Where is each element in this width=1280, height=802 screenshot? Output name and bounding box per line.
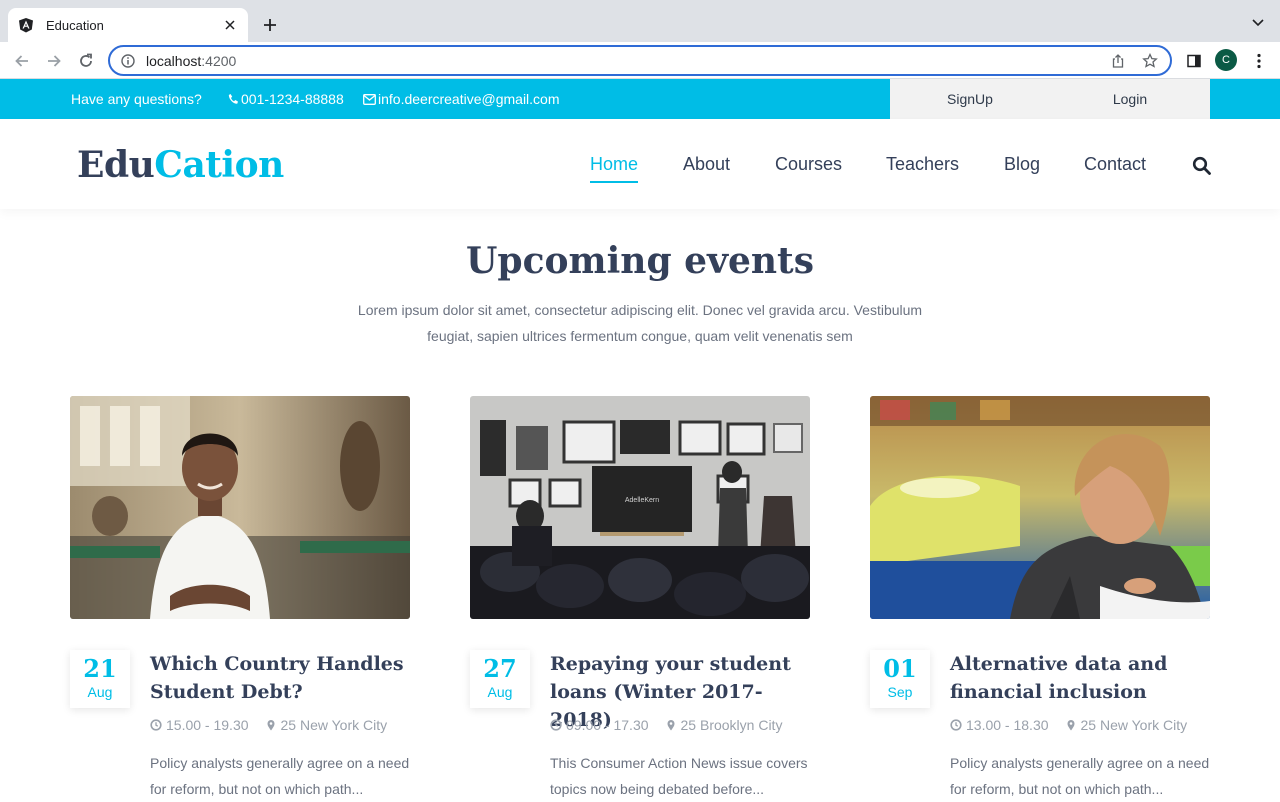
new-tab-plus-icon[interactable] [259,14,281,36]
clock-icon [950,719,962,731]
back-arrow-icon[interactable] [11,50,33,72]
site-info-icon[interactable] [120,53,136,69]
event-excerpt: Policy analysts generally agree on a nee… [150,755,410,797]
event-month: Sep [887,684,913,700]
section-description: Lorem ipsum dolor sit amet, consectetur … [357,302,923,344]
angular-favicon-icon [18,17,34,33]
map-pin-icon [667,720,675,731]
chevron-down-icon[interactable] [1250,15,1266,31]
section-title: Upcoming events [466,240,814,282]
tab-title: Education [46,17,104,33]
event-date: 27 Aug [470,650,530,708]
event-card[interactable]: 01 Sep Alternative data and financial in… [870,396,1210,800]
event-month: Aug [487,684,513,700]
event-meta: 13.00 - 18.30 25 New York City [950,717,1187,733]
url-text: localhost:4200 [146,53,1096,69]
event-month: Aug [87,684,113,700]
browser-toolbar: localhost:4200 [0,42,1280,79]
event-day: 01 [883,654,917,683]
side-panel-icon[interactable] [1182,49,1206,73]
address-bar[interactable]: localhost:4200 [108,45,1172,76]
event-title[interactable]: Which Country Handles Student Debt? [150,650,410,706]
browser-tabstrip: Education [0,0,1280,42]
event-location: 25 Brooklyn City [680,717,783,733]
nav-contact[interactable]: Contact [1084,154,1146,175]
event-date: 01 Sep [870,650,930,708]
screen-text: AdelleKern [625,497,659,504]
event-image-lecture[interactable]: AdelleKern [470,396,810,619]
event-excerpt: This Consumer Action News issue covers t… [550,755,808,797]
event-excerpt: Policy analysts generally agree on a nee… [950,755,1210,797]
signup-button[interactable]: SignUp [890,79,1050,119]
nav-teachers[interactable]: Teachers [886,154,959,175]
event-day: 27 [483,654,517,683]
event-date: 21 Aug [70,650,130,708]
questions-label: Have any questions? [71,91,202,107]
event-card[interactable]: 21 Aug Which Country Handles Student Deb… [70,396,410,800]
logo-part-2: Cation [154,144,284,186]
phone-icon [228,94,238,104]
url-host: localhost [146,52,202,69]
phone-contact[interactable]: 001-1234-88888 [228,79,344,119]
nav-about[interactable]: About [683,154,730,175]
site-logo[interactable]: EduCation [77,144,284,186]
event-title[interactable]: Alternative data and financial inclusion [950,650,1210,706]
event-day: 21 [83,654,117,683]
nav-courses[interactable]: Courses [775,154,842,175]
clock-icon [150,719,162,731]
event-image-girl-drawing[interactable] [870,396,1210,619]
search-icon[interactable] [1192,156,1212,176]
nav-home[interactable]: Home [590,154,639,183]
profile-avatar[interactable]: C [1215,49,1237,71]
event-time: 13.00 - 18.30 [966,717,1049,733]
event-card[interactable]: AdelleKern 27 Aug Repaying your student … [470,396,810,800]
url-port: :4200 [201,52,237,69]
event-meta: 15.00 - 19.30 25 New York City [150,717,387,733]
envelope-icon [363,93,376,105]
event-meta: 09.00 - 17.30 25 Brooklyn City [550,717,782,733]
reload-icon[interactable] [75,50,97,72]
close-tab-icon[interactable] [222,17,238,33]
browser-tab[interactable]: Education [8,8,248,42]
map-pin-icon [267,720,275,731]
event-time: 15.00 - 19.30 [166,717,249,733]
browser-menu-icon[interactable] [1247,49,1271,73]
logo-part-1: Edu [77,144,155,186]
map-pin-icon [1067,720,1075,731]
share-icon[interactable] [1108,51,1128,71]
login-button[interactable]: Login [1050,79,1210,119]
clock-icon [550,719,562,731]
email-contact[interactable]: info.deercreative@gmail.com [363,79,560,119]
event-location: 25 New York City [280,717,388,733]
event-time: 09.00 - 17.30 [566,717,649,733]
top-info-bar: Have any questions? 001-1234-88888 info.… [0,79,1280,119]
phone-number: 001-1234-88888 [241,91,344,107]
event-image-boy-classroom[interactable] [70,396,410,619]
site-header: EduCation Home About Courses Teachers Bl… [0,119,1280,209]
email-address: info.deercreative@gmail.com [378,91,560,107]
forward-arrow-icon[interactable] [43,50,65,72]
auth-box: SignUp Login [890,79,1210,119]
nav-blog[interactable]: Blog [1004,154,1040,175]
event-location: 25 New York City [1080,717,1188,733]
bookmark-star-icon[interactable] [1140,51,1160,71]
